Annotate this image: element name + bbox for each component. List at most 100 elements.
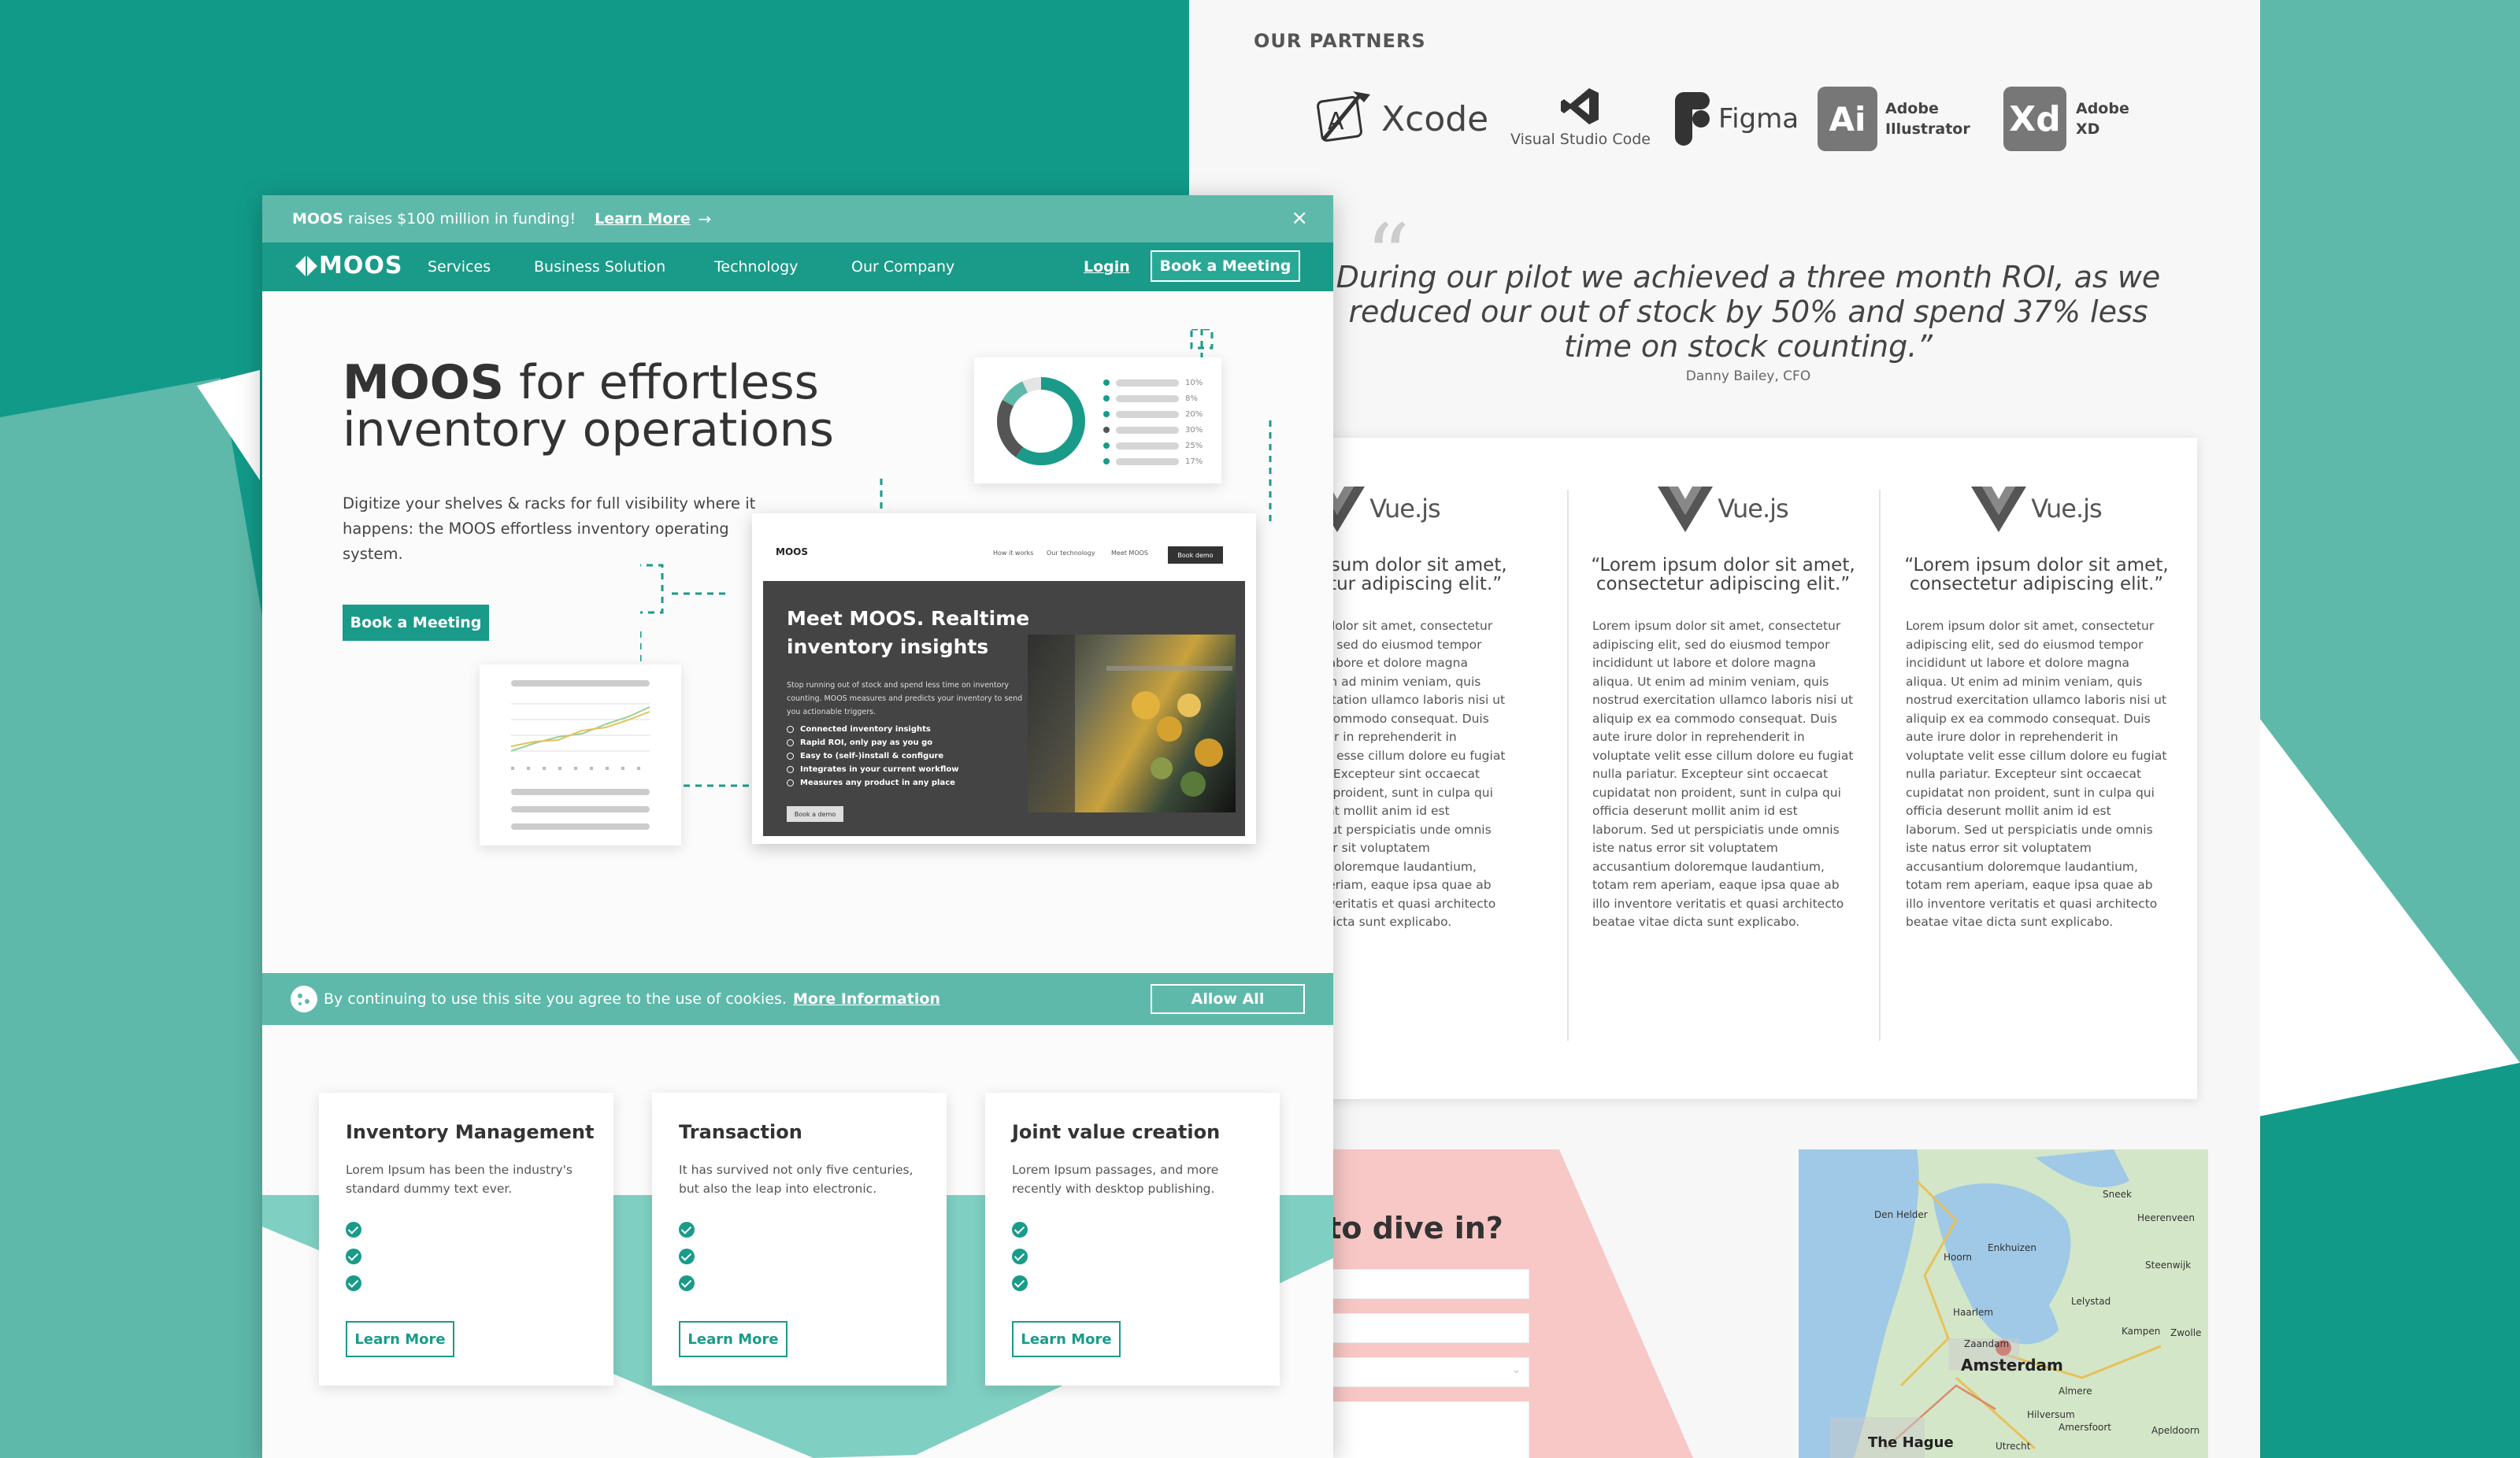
map-label-the-hague: The Hague [1868, 1434, 1954, 1451]
announcement-brand: MOOS [292, 210, 343, 228]
feature-card: Joint value creation Lorem Ipsum passage… [985, 1093, 1280, 1386]
vue-icon [1971, 487, 2027, 532]
legend-row: 30% [1103, 422, 1203, 438]
website-mockup: MOOS How it works Our technology Meet MO… [752, 513, 1256, 844]
cookie-icon [291, 986, 317, 1012]
testimonial-2: Vue.js “Lorem ipsum dolor sit amet, cons… [1581, 485, 1865, 932]
testimonial-quote: “Lorem ipsum dolor sit amet, consectetur… [1591, 555, 1855, 594]
check-icon [346, 1275, 361, 1291]
mockup-hero: Meet MOOS. Realtime inventory insights S… [763, 581, 1245, 836]
feature-description: Lorem Ipsum has been the industry's stan… [346, 1163, 573, 1196]
check-icon [1012, 1249, 1028, 1264]
map-label: Zaandam [1964, 1338, 2010, 1349]
mockup-demo-button: Book a demo [787, 806, 843, 822]
close-icon[interactable]: × [1291, 206, 1308, 230]
allow-all-button[interactable]: Allow All [1151, 984, 1305, 1014]
map-label: Utrecht [1996, 1441, 2031, 1452]
feature-description: Lorem Ipsum passages, and more recently … [1012, 1163, 1219, 1196]
mockup-title: Meet MOOS. Realtime inventory insights [787, 607, 1030, 658]
map-label: Hoorn [1944, 1252, 1973, 1263]
legend-dot [1103, 442, 1110, 449]
xcode-logo: A Xcode [1307, 85, 1488, 153]
quote-author: Danny Bailey, CFO [1685, 368, 1811, 384]
map-label: Enkhuizen [1988, 1242, 2036, 1253]
donut-chart-card: 10% 8% 20% 30% 25% 17% [974, 357, 1221, 483]
mockup-link: Our technology [1047, 550, 1095, 557]
map-label: Amersfoort [2059, 1422, 2112, 1433]
book-meeting-hero-button[interactable]: Book a Meeting [343, 605, 489, 641]
map-label: Apeldoorn [2151, 1425, 2200, 1436]
legend-bar [1116, 379, 1179, 387]
nav-item-business-solution[interactable]: Business Solution [534, 258, 665, 276]
chevron-down-icon: ⌄ [1512, 1364, 1521, 1376]
login-link[interactable]: Login [1084, 258, 1130, 276]
legend-dot [1103, 427, 1110, 433]
figma-label: Figma [1718, 103, 1799, 135]
nav-item-services[interactable]: Services [428, 258, 491, 276]
book-meeting-nav-button[interactable]: Book a Meeting [1151, 250, 1300, 282]
supermarket-photo-graphic [1028, 635, 1232, 812]
feature-title: Transaction [679, 1121, 802, 1143]
more-information-link[interactable]: More Information [793, 990, 940, 1008]
vue-label: Vue.js [2031, 494, 2102, 524]
check-icon [346, 1222, 361, 1238]
brand-logo[interactable]: MOOS [294, 252, 402, 279]
mockup-feature-list: Connected inventory insights Rapid ROI, … [787, 723, 958, 790]
line-chart-card [480, 664, 681, 846]
vscode-logo: Visual Studio Code [1510, 85, 1651, 148]
circle-icon [787, 779, 794, 786]
legend-bar [1116, 394, 1179, 402]
learn-more-button[interactable]: Learn More [679, 1321, 788, 1357]
list-item-label: Integrates in your current workflow [800, 765, 959, 774]
check-icon [346, 1249, 361, 1264]
partners-title: OUR PARTNERS [1254, 30, 1426, 52]
check-icon [1012, 1222, 1028, 1238]
legend-value: 30% [1185, 425, 1203, 435]
map-label: Almere [2059, 1386, 2092, 1397]
learn-more-button[interactable]: Learn More [1012, 1321, 1121, 1357]
map-graphic [1799, 1149, 2208, 1458]
map-label: Zwolle [2170, 1327, 2202, 1338]
mockup-brand: MOOS [776, 546, 808, 557]
map-label: Hilversum [2027, 1409, 2075, 1420]
map[interactable]: Amsterdam The Hague Haarlem Zaandam Alme… [1799, 1149, 2208, 1458]
legend-value: 17% [1185, 457, 1203, 466]
feature-title: Joint value creation [1012, 1121, 1221, 1143]
legend-dot [1103, 411, 1110, 417]
line-chart-graphic [510, 680, 650, 830]
mockup-subtitle: Stop running out of stock and spend less… [787, 681, 1023, 716]
supermarket-photo [1028, 635, 1236, 812]
circle-icon [787, 739, 794, 746]
testimonial-body: Lorem ipsum dolor sit amet, consectetur … [1906, 619, 2167, 929]
vue-icon [1658, 487, 1714, 532]
xd-badge: Xd [2009, 98, 2061, 139]
legend-row: 10% [1103, 375, 1203, 390]
nav-item-technology[interactable]: Technology [714, 258, 798, 276]
moos-logo-icon [295, 254, 317, 277]
vscode-icon [1560, 88, 1599, 124]
figma-logo: Figma [1674, 91, 1799, 146]
legend-row: 17% [1103, 453, 1203, 469]
circle-icon [787, 726, 794, 733]
adobe-illustrator-logo: Ai Adobe Illustrator [1818, 87, 1970, 151]
adobe-xd-logo: Xd Adobe XD [2003, 87, 2129, 151]
list-item: Easy to (self-)install & configure [787, 749, 958, 763]
brand-name: MOOS [319, 252, 403, 279]
nav-item-our-company[interactable]: Our Company [851, 258, 954, 276]
illustrator-badge: Ai [1829, 99, 1866, 139]
learn-more-button[interactable]: Learn More [346, 1321, 454, 1357]
testimonial-3: Vue.js “Lorem ipsum dolor sit amet, cons… [1895, 485, 2178, 932]
figma-icon [1675, 92, 1710, 146]
announcement-link[interactable]: Learn More [595, 210, 691, 228]
feature-description: It has survived not only five centuries,… [679, 1163, 914, 1196]
check-icon [679, 1275, 695, 1291]
legend-value: 8% [1185, 394, 1198, 403]
check-icon [1012, 1275, 1028, 1291]
list-item: Connected inventory insights [787, 723, 958, 736]
vue-logo: Vue.js [1895, 485, 2178, 532]
map-label: Sneek [2103, 1189, 2132, 1200]
list-item-label: Easy to (self-)install & configure [800, 752, 944, 760]
legend-bar [1116, 410, 1179, 418]
illustrator-icon: Ai [1818, 87, 1877, 151]
legend-dot [1103, 458, 1110, 464]
